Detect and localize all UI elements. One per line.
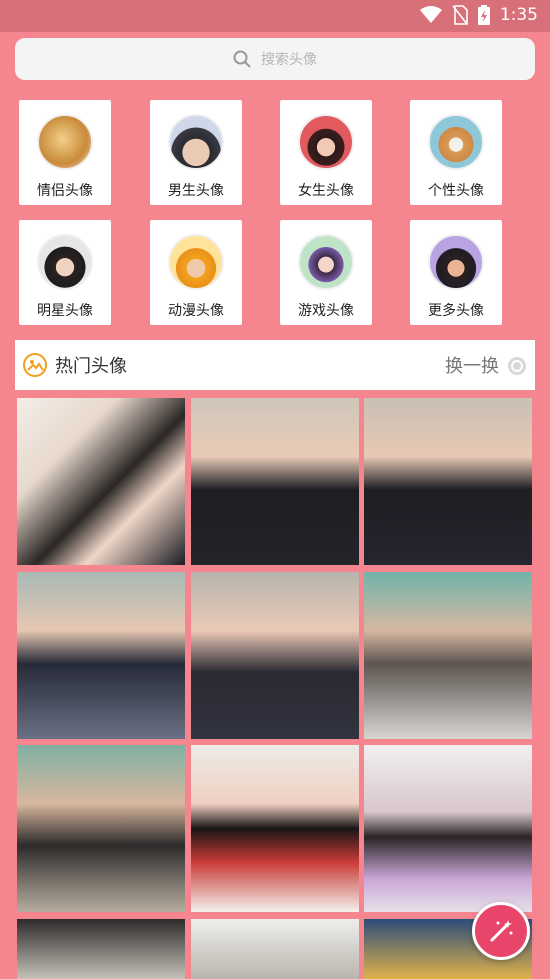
category-label: 更多头像 bbox=[428, 303, 484, 319]
category-label: 动漫头像 bbox=[168, 303, 224, 319]
avatar-photo[interactable] bbox=[17, 745, 185, 912]
category-label: 情侣头像 bbox=[37, 183, 93, 199]
girl-avatar-icon bbox=[298, 114, 354, 170]
game-avatar-icon bbox=[298, 234, 354, 290]
category-anime[interactable]: 动漫头像 bbox=[150, 220, 242, 325]
category-game[interactable]: 游戏头像 bbox=[280, 220, 372, 325]
avatar-photo[interactable] bbox=[364, 398, 532, 565]
category-girl[interactable]: 女生头像 bbox=[280, 100, 372, 205]
refresh-button[interactable]: 换一换 bbox=[445, 352, 499, 378]
refresh-icon[interactable] bbox=[507, 356, 527, 376]
boy-avatar-icon bbox=[168, 114, 224, 170]
avatar-photo[interactable] bbox=[191, 919, 359, 979]
search-icon bbox=[233, 50, 251, 68]
status-time: 1:35 bbox=[499, 5, 538, 25]
magic-wand-icon bbox=[490, 920, 513, 942]
search-bar[interactable]: 搜索头像 bbox=[15, 38, 535, 80]
avatar-photo[interactable] bbox=[364, 572, 532, 739]
shiba-dog-avatar-icon bbox=[428, 114, 484, 170]
couple-avatar-icon bbox=[37, 114, 93, 170]
category-label: 游戏头像 bbox=[298, 303, 354, 319]
avatar-photo[interactable] bbox=[17, 572, 185, 739]
magic-wand-button[interactable] bbox=[472, 902, 530, 960]
hot-avatars-header: 热门头像 换一换 bbox=[15, 340, 535, 390]
hot-avatars-title: 热门头像 bbox=[55, 356, 127, 377]
avatar-photo[interactable] bbox=[17, 398, 185, 565]
anime-avatar-icon bbox=[168, 234, 224, 290]
wifi-icon bbox=[419, 6, 442, 23]
avatar-photo[interactable] bbox=[191, 745, 359, 912]
category-boy[interactable]: 男生头像 bbox=[150, 100, 242, 205]
category-label: 个性头像 bbox=[428, 183, 484, 199]
category-couple[interactable]: 情侣头像 bbox=[19, 100, 111, 205]
category-star[interactable]: 明星头像 bbox=[19, 220, 111, 325]
avatar-photo[interactable] bbox=[17, 919, 185, 979]
category-personality[interactable]: 个性头像 bbox=[410, 100, 502, 205]
avatar-photo[interactable] bbox=[191, 398, 359, 565]
image-icon bbox=[23, 353, 47, 377]
avatar-photo[interactable] bbox=[364, 745, 532, 912]
category-label: 男生头像 bbox=[168, 183, 224, 199]
more-avatar-icon bbox=[428, 234, 484, 290]
status-bar: 1:35 bbox=[0, 0, 550, 32]
category-label: 女生头像 bbox=[298, 183, 354, 199]
star-avatar-icon bbox=[37, 234, 93, 290]
category-label: 明星头像 bbox=[37, 303, 93, 319]
search-placeholder: 搜索头像 bbox=[261, 52, 317, 68]
avatar-photo[interactable] bbox=[191, 572, 359, 739]
category-more[interactable]: 更多头像 bbox=[410, 220, 502, 325]
no-sim-icon bbox=[452, 5, 468, 25]
battery-charging-icon bbox=[477, 5, 490, 25]
